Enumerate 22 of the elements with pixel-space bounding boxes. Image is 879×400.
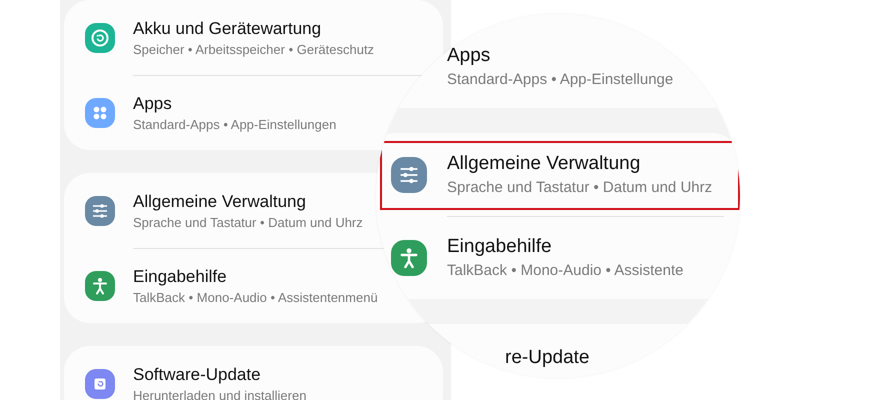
setting-title[interactable]: Software-Update: [133, 364, 306, 384]
setting-title[interactable]: Akku und Gerätewartung: [133, 18, 374, 38]
setting-summary: Speicher • Arbeitsspeicher • Geräteschutz: [133, 42, 374, 58]
setting-summary: Herunterladen und installieren: [133, 388, 306, 400]
four-dots-icon: [85, 98, 115, 128]
person-icon: [391, 240, 427, 276]
setting-summary: TalkBack • Mono-Audio • Assistentenmenü: [133, 290, 378, 306]
sliders-icon: [391, 156, 427, 192]
setting-title[interactable]: Apps: [133, 92, 336, 114]
sliders-icon: [85, 196, 115, 226]
setting-title[interactable]: Allgemeine Verwaltung: [447, 152, 712, 175]
setting-summary: Sprache und Tastatur • Datum und Uhrz: [133, 214, 363, 230]
setting-title[interactable]: re-Update: [505, 346, 590, 369]
setting-summary: TalkBack • Mono-Audio • Assistente: [447, 262, 684, 280]
setting-summary: Standard-Apps • App-Einstellunge: [447, 71, 674, 89]
setting-summary: Standard-Apps • App-Einstellungen: [133, 116, 336, 132]
setting-title[interactable]: Apps: [447, 44, 674, 67]
setting-summary: Sprache und Tastatur • Datum und Uhrz: [447, 179, 712, 197]
setting-title[interactable]: Allgemeine Verwaltung: [133, 190, 363, 212]
setting-title[interactable]: Eingabehilfe: [133, 266, 378, 286]
person-icon: [85, 270, 115, 300]
setting-title[interactable]: Eingabehilfe: [447, 235, 684, 258]
